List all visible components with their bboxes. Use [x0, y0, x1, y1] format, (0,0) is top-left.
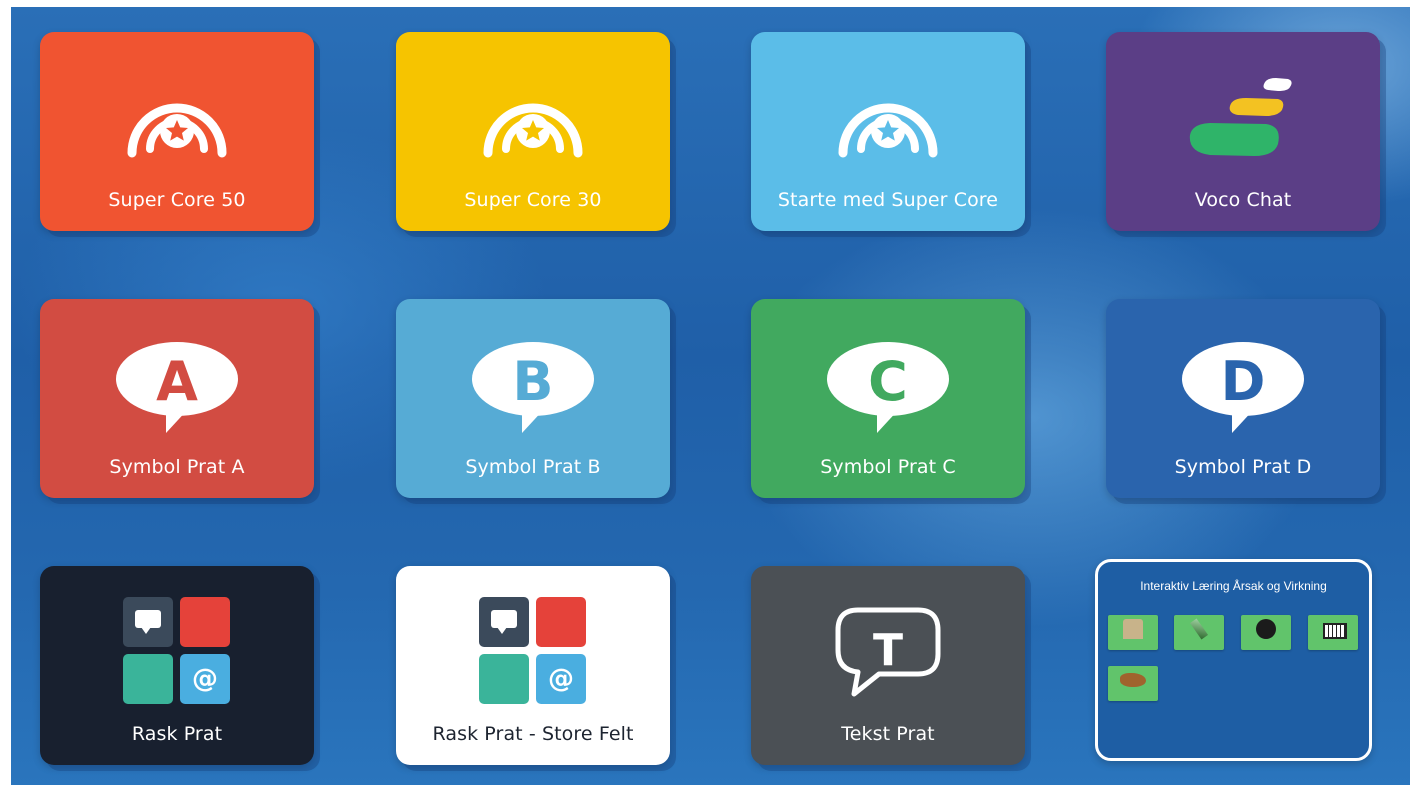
tile-label: Rask Prat [131, 723, 223, 745]
tile-symbol-prat-a[interactable]: A Symbol Prat A [40, 299, 314, 498]
text-bubble-icon: T [751, 566, 1025, 716]
tile-label: Symbol Prat D [1174, 456, 1312, 478]
at-icon: @ [548, 664, 574, 694]
piano-icon [1323, 623, 1347, 639]
learning-item[interactable] [1174, 615, 1224, 650]
house-icon [1123, 619, 1143, 639]
tile-label: Rask Prat - Store Felt [432, 723, 634, 745]
tile-interaktiv-laering[interactable]: Interaktiv Læring Årsak og Virkning [1095, 559, 1372, 761]
bubble-letter: T [873, 625, 903, 676]
tile-super-core-50[interactable]: Super Core 50 [40, 32, 314, 231]
speech-bubble-icon: C [751, 299, 1025, 449]
bubble-letter: D [1221, 350, 1266, 413]
tile-super-core-30[interactable]: Super Core 30 [396, 32, 670, 231]
tile-label: Super Core 30 [464, 189, 602, 211]
mosaic-grid-icon: @ [479, 597, 587, 705]
tile-label: Symbol Prat C [820, 456, 956, 478]
bubble-letter: B [512, 350, 553, 413]
rainbow-star-icon [396, 32, 670, 182]
learning-item[interactable] [1108, 615, 1158, 650]
disco-ball-icon [1256, 619, 1276, 639]
tile-voco-chat[interactable]: Voco Chat [1106, 32, 1380, 231]
tile-symbol-prat-c[interactable]: C Symbol Prat C [751, 299, 1025, 498]
tile-rask-prat[interactable]: @ Rask Prat [40, 566, 314, 765]
tile-symbol-prat-b[interactable]: B Symbol Prat B [396, 299, 670, 498]
learning-item[interactable] [1108, 666, 1158, 701]
speech-bubble-icon: D [1106, 299, 1380, 449]
animal-icon [1120, 673, 1146, 687]
chat-icon [135, 610, 161, 634]
rainbow-star-icon [751, 32, 1025, 182]
tile-symbol-prat-d[interactable]: D Symbol Prat D [1106, 299, 1380, 498]
bubble-letter: C [868, 350, 908, 413]
tile-tekst-prat[interactable]: T Tekst Prat [751, 566, 1025, 765]
tile-label: Tekst Prat [841, 723, 935, 745]
rainbow-star-icon [40, 32, 314, 182]
tile-label: Symbol Prat A [109, 456, 245, 478]
tile-label: Starte med Super Core [777, 189, 999, 211]
speech-bubble-icon: B [396, 299, 670, 449]
tile-label: Voco Chat [1194, 189, 1292, 211]
at-icon: @ [192, 664, 218, 694]
rocket-icon [1189, 618, 1209, 640]
tile-starte-med-super-core[interactable]: Starte med Super Core [751, 32, 1025, 231]
learning-item[interactable] [1308, 615, 1358, 650]
speech-bubble-icon: A [40, 299, 314, 449]
chat-icon [491, 610, 517, 634]
tile-label: Super Core 50 [108, 189, 246, 211]
tile-title: Interaktiv Læring Årsak og Virkning [1140, 579, 1327, 593]
tile-label: Symbol Prat B [465, 456, 601, 478]
voco-chat-logo-icon [1106, 32, 1380, 182]
learning-item[interactable] [1241, 615, 1291, 650]
tile-rask-prat-store-felt[interactable]: @ Rask Prat - Store Felt [396, 566, 670, 765]
bubble-letter: A [156, 350, 198, 413]
mosaic-grid-icon: @ [123, 597, 231, 705]
